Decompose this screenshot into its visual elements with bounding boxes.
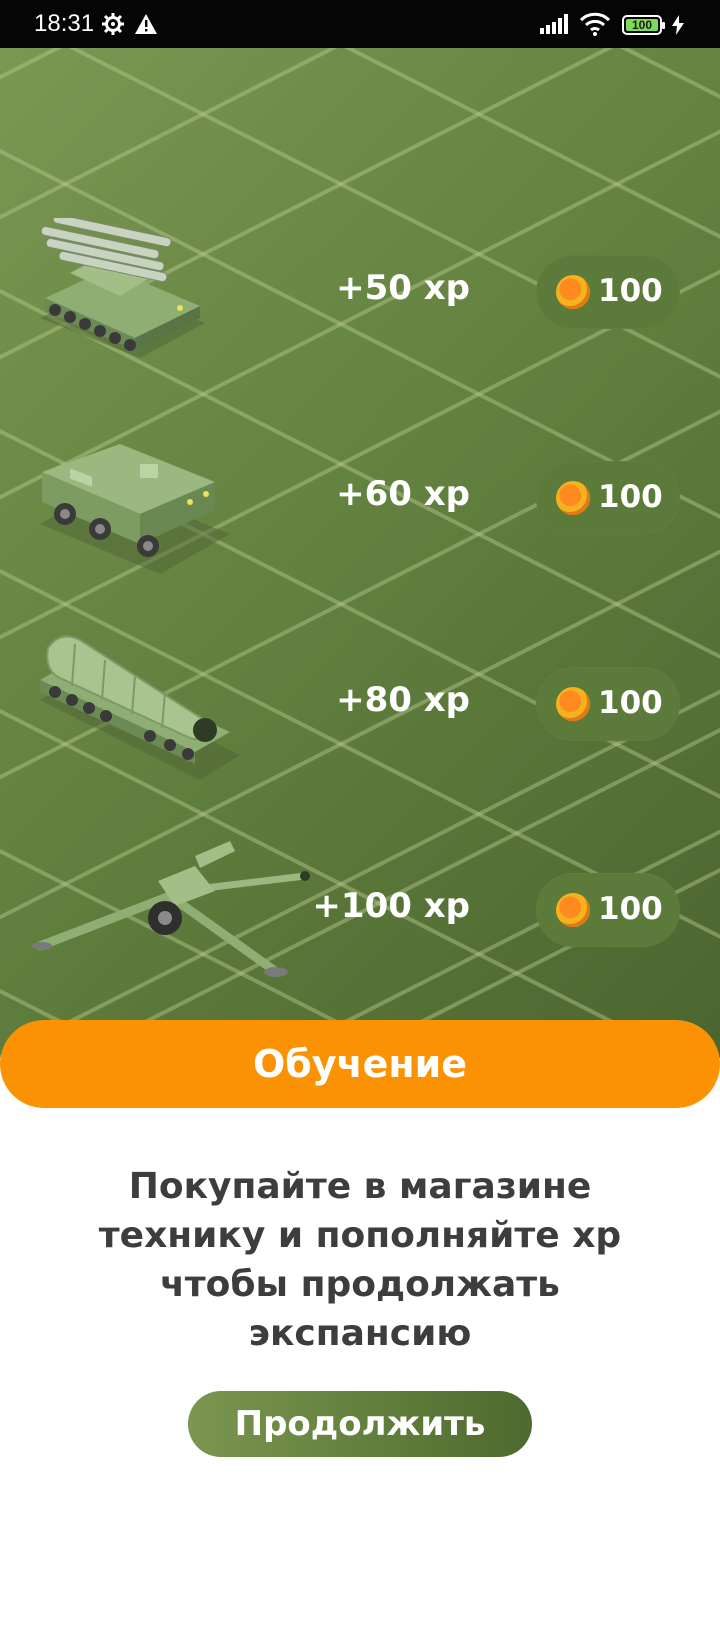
buy-button[interactable]: 100 (536, 255, 680, 329)
coin-icon (556, 275, 590, 309)
message-line: чтобы продолжать (160, 1264, 560, 1305)
coin-icon (556, 481, 590, 515)
xp-reward: +80 xp (336, 680, 470, 720)
message-line: Покупайте в магазине (128, 1166, 592, 1207)
battery-icon: 100 (622, 15, 665, 35)
status-time: 18:31 (34, 10, 95, 37)
status-bar: 18:31 100 (0, 0, 720, 48)
howitzer-icon (32, 841, 310, 977)
price-label: 100 (598, 685, 663, 721)
battery-level: 100 (626, 18, 658, 32)
tutorial-banner: Обучение (0, 1020, 720, 1108)
shop-item-sam-launcher: +50 xp 100 (0, 208, 720, 408)
wifi-icon (579, 12, 611, 40)
shop-item-missile-transporter: +80 xp 100 (0, 620, 720, 820)
coin-icon (556, 893, 590, 927)
price-label: 100 (598, 273, 663, 309)
coin-icon (556, 687, 590, 721)
buy-button[interactable]: 100 (536, 667, 680, 741)
buy-button[interactable]: 100 (536, 461, 680, 535)
sam-launcher-icon (40, 218, 205, 358)
buy-button[interactable]: 100 (536, 873, 680, 947)
continue-label: Продолжить (234, 1404, 486, 1444)
tutorial-message: Покупайте в магазине технику и пополняйт… (60, 1162, 660, 1358)
continue-button[interactable]: Продолжить (188, 1391, 532, 1457)
warning-icon (135, 14, 157, 38)
price-label: 100 (598, 891, 663, 927)
charging-icon (672, 15, 684, 39)
price-label: 100 (598, 479, 663, 515)
missile-transporter-icon (40, 635, 240, 780)
tutorial-title: Обучение (252, 1042, 468, 1086)
settings-gear-icon (102, 13, 124, 39)
shop-item-armored-carrier: +60 xp 100 (0, 414, 720, 614)
xp-reward: +100 xp (312, 886, 470, 926)
signal-icon (540, 14, 572, 38)
message-line: технику и пополняйте xp (98, 1215, 622, 1256)
xp-reward: +50 xp (336, 268, 470, 308)
shop-panel: +50 xp 100 +60 xp 100 +80 xp 100 +100 xp… (0, 48, 720, 1058)
message-line: экспансию (248, 1313, 472, 1354)
shop-item-howitzer: +100 xp 100 (0, 826, 720, 1026)
xp-reward: +60 xp (336, 474, 470, 514)
armored-carrier-icon (40, 444, 230, 574)
